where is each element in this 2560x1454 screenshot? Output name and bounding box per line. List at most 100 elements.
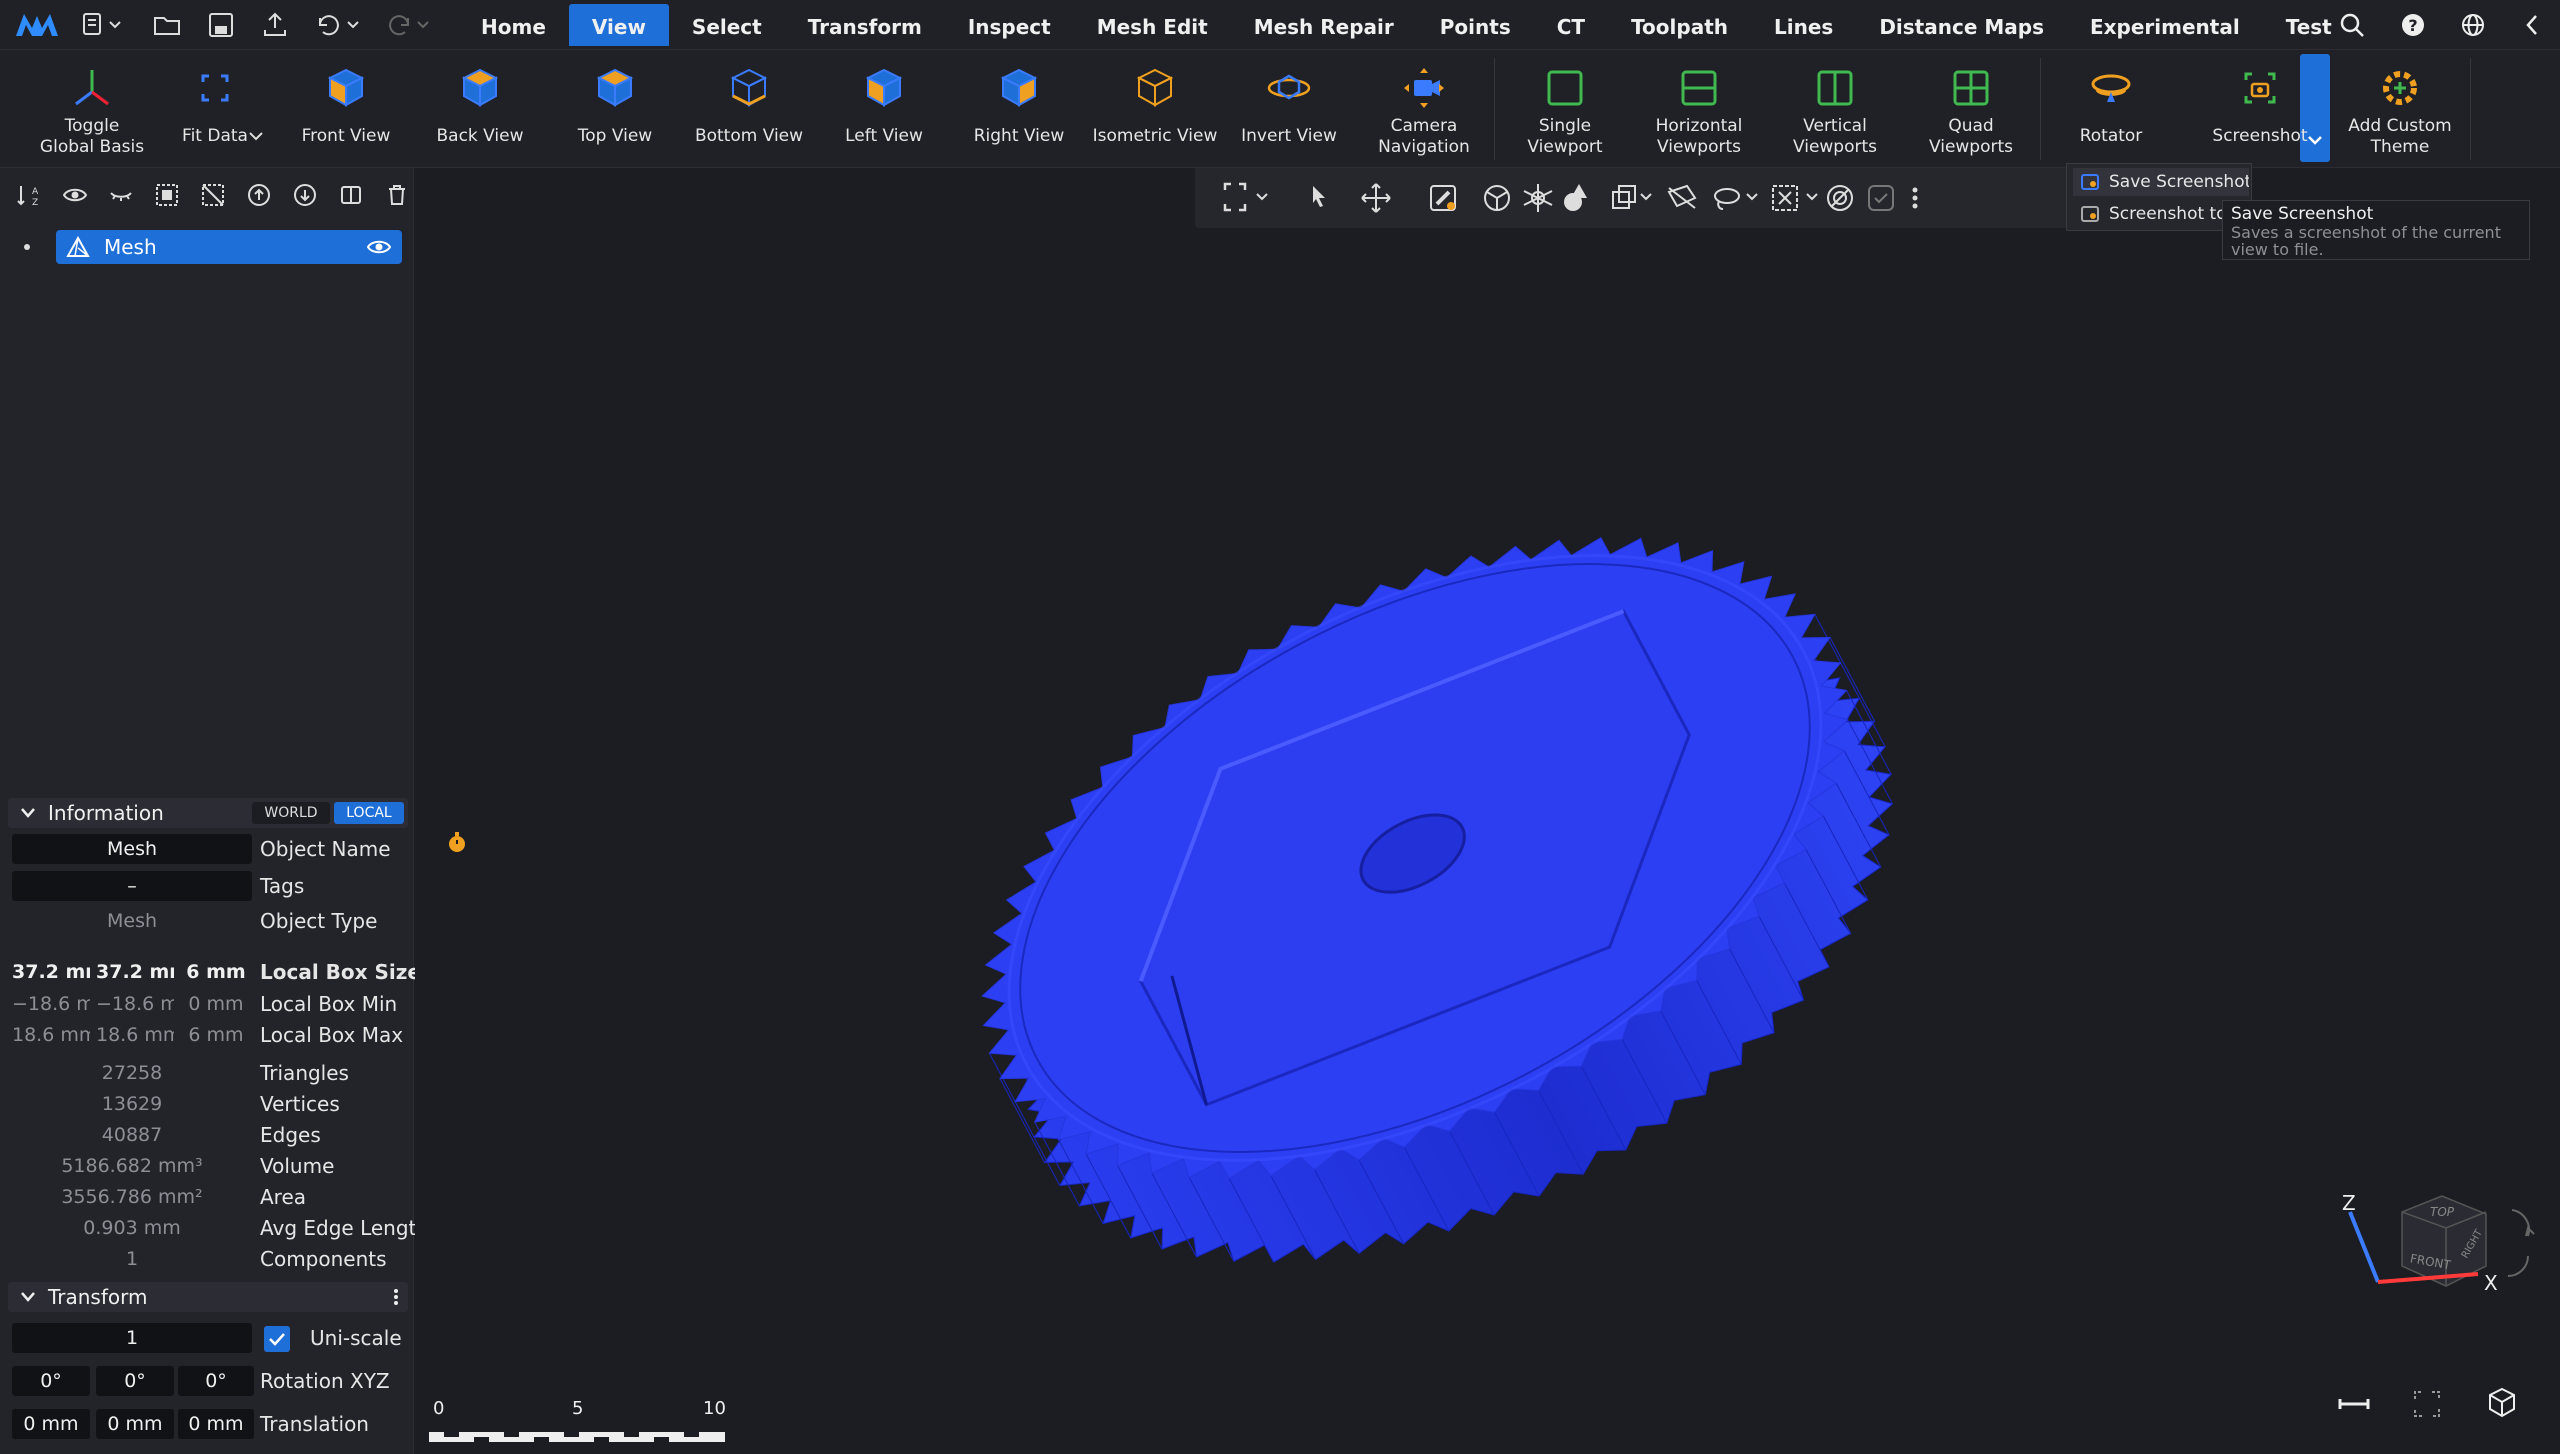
tab-distance-maps[interactable]: Distance Maps [1856,4,2067,46]
move-up-icon[interactable] [246,182,272,208]
ribbon-button-add-custom-theme[interactable]: Add Custom Theme [2340,60,2460,158]
hide-all-icon[interactable] [108,182,134,208]
ribbon-button-rotator[interactable]: Rotator [2046,60,2176,147]
information-panel-header[interactable]: Information WORLD LOCAL [8,798,408,828]
transform-panel-header[interactable]: Transform [8,1282,408,1312]
ribbon-button-single-viewport[interactable]: Single Viewport [1500,60,1630,158]
stat-value-edges: 40887 [101,1124,163,1146]
ribbon-button-quad-viewports[interactable]: Quad Viewports [1906,60,2036,158]
tab-home[interactable]: Home [458,4,569,46]
move-down-icon[interactable] [292,182,318,208]
tab-toolpath[interactable]: Toolpath [1608,4,1751,46]
ribbon-button-fit-data[interactable]: Fit Data [160,60,270,147]
translation-x-input[interactable]: 0 mm [12,1409,90,1439]
measure-ruler-icon[interactable] [2337,1390,2371,1418]
collapse-chevron-icon[interactable] [2520,10,2544,40]
ribbon-button-front-view[interactable]: Front View [286,60,406,147]
export-icon[interactable] [260,10,290,40]
menu-tabs: Home View Select Transform Inspect Mesh Edit M… [458,4,2355,46]
ribbon-button-label: Add Custom Theme [2348,116,2452,157]
ribbon-button-back-view[interactable]: Back View [416,60,544,147]
ribbon-button-label: Right View [973,126,1065,146]
globe-icon[interactable] [2458,10,2488,40]
tree-bullet [24,244,30,250]
tab-transform[interactable]: Transform [785,4,945,46]
ribbon-button-bottom-view[interactable]: Bottom View [684,60,814,147]
ribbon-button-right-view[interactable]: Right View [954,60,1084,147]
deselect-icon[interactable] [200,182,226,208]
tab-mesh-repair[interactable]: Mesh Repair [1231,4,1417,46]
more-vertical-icon[interactable] [392,1288,400,1306]
vertical-viewports-icon [1770,60,1900,116]
ribbon-button-screenshot[interactable]: Screenshot [2180,60,2340,147]
3d-viewport[interactable]: 0 5 10 TOP FRONT RIGHT Z X [415,168,2560,1454]
app-logo-icon [16,14,58,36]
box-size-label: Local Box Size [260,960,421,984]
timer-icon[interactable] [443,828,471,856]
fit-view-icon[interactable] [2411,1388,2443,1420]
visibility-eye-icon[interactable] [366,237,392,257]
view-cube-top-label: TOP [2430,1205,2455,1219]
ribbon-button-isometric-view[interactable]: Isometric View [1090,60,1220,147]
box-size-x: 37.2 mm [12,961,90,983]
ribbon-button-label: Toggle Global Basis [39,116,145,157]
tab-inspect[interactable]: Inspect [945,4,1074,46]
search-icon[interactable] [2338,10,2366,40]
rotation-z-input[interactable]: 0° [178,1366,254,1396]
save-screenshot-menu-item[interactable]: Save Screenshot [2073,168,2249,196]
ribbon-button-invert-view[interactable]: Invert View [1226,60,1352,147]
projection-cube-icon[interactable] [2485,1386,2519,1420]
undo-icon[interactable] [314,10,362,40]
transform-title: Transform [48,1285,148,1309]
local-toggle[interactable]: LOCAL [334,802,404,824]
svg-text:Z: Z [32,198,38,208]
ribbon-button-top-view[interactable]: Top View [550,60,680,147]
save-screenshot-label: Save Screenshot [2109,172,2249,192]
camera-icon [1356,60,1492,116]
tooltip-title: Save Screenshot [2231,204,2374,224]
ribbon-button-horizontal-viewports[interactable]: Horizontal Viewports [1634,60,1764,158]
uniscale-checkbox[interactable] [264,1326,290,1352]
help-icon[interactable]: ? [2398,10,2428,40]
scene-tree-item-mesh[interactable]: Mesh [56,230,402,264]
redo-icon[interactable] [384,10,432,40]
tab-ct[interactable]: CT [1534,4,1608,46]
ribbon-button-label: Invert View [1241,126,1337,146]
rotation-y-input[interactable]: 0° [96,1366,174,1396]
ribbon-button-toggle-global-basis[interactable]: Toggle Global Basis [22,60,162,158]
rotation-x-input[interactable]: 0° [12,1366,90,1396]
gear-mesh[interactable] [415,168,2560,1454]
tags-field[interactable]: – [12,871,252,901]
object-name-field[interactable]: Mesh [12,834,252,864]
box-min-label: Local Box Min [260,992,398,1016]
tab-view[interactable]: View [568,4,669,46]
ribbon-button-vertical-viewports[interactable]: Vertical Viewports [1770,60,1900,158]
cube-front-icon [286,60,406,116]
tab-experimental[interactable]: Experimental [2067,4,2263,46]
translation-z-input[interactable]: 0 mm [178,1409,254,1439]
world-toggle[interactable]: WORLD [252,802,330,824]
sort-icon[interactable]: AZ [16,182,42,208]
view-cube[interactable]: TOP FRONT RIGHT Z X [2320,1190,2560,1310]
trash-icon[interactable] [384,182,410,208]
select-all-icon[interactable] [154,182,180,208]
ribbon-button-label: Back View [436,126,524,146]
translation-y-input[interactable]: 0 mm [96,1409,174,1439]
tab-mesh-edit[interactable]: Mesh Edit [1074,4,1231,46]
open-folder-icon[interactable] [152,10,182,40]
show-all-eye-icon[interactable] [62,182,88,208]
ribbon-divider [2040,58,2041,160]
ribbon-button-camera-navigation[interactable]: Camera Navigation [1356,60,1492,158]
split-icon[interactable] [338,182,364,208]
scale-input[interactable]: 1 [12,1323,252,1353]
top-menu-bar: Home View Select Transform Inspect Mesh Edit M… [0,0,2560,50]
save-icon[interactable] [206,10,236,40]
ribbon-button-left-view[interactable]: Left View [818,60,950,147]
ribbon-button-label: Front View [301,126,391,146]
tab-points[interactable]: Points [1417,4,1534,46]
cube-back-icon [416,60,544,116]
tab-lines[interactable]: Lines [1751,4,1856,46]
tab-select[interactable]: Select [669,4,785,46]
new-scene-icon[interactable] [82,10,122,40]
rotate-arrows-icon[interactable] [2507,1209,2535,1277]
